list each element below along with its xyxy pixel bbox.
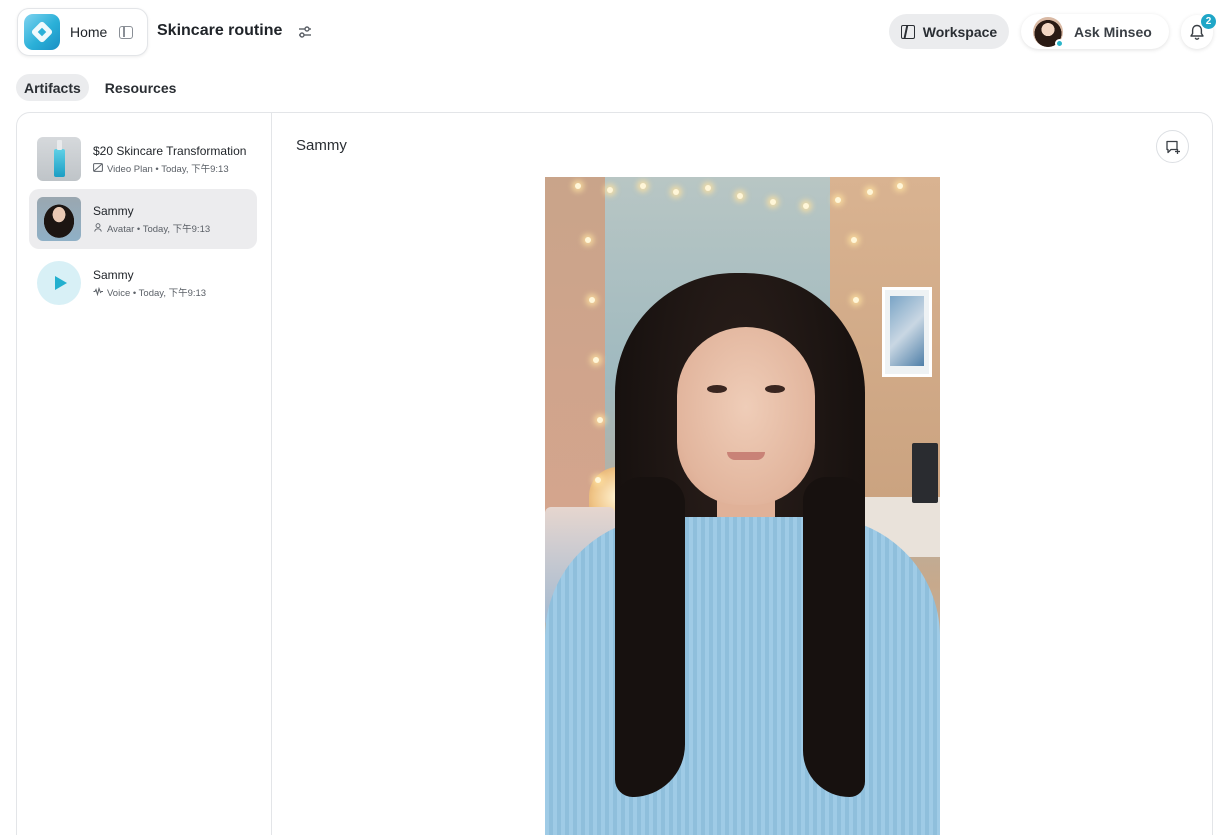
person-icon	[94, 223, 102, 232]
artifact-title: Sammy	[93, 267, 134, 282]
top-bar: Home Skincare routine Workspace Ask Mins…	[0, 0, 1229, 64]
workspace-icon	[900, 24, 915, 39]
ask-label: Ask Minseo	[1074, 23, 1152, 40]
artifact-list: $20 Skincare Transformation Video Plan •…	[17, 113, 272, 835]
artifact-item-voice[interactable]: Sammy Voice • Today, 下午9:13	[29, 253, 257, 313]
home-label: Home	[70, 24, 108, 40]
detail-title: Sammy	[296, 137, 347, 154]
hair-right	[803, 477, 865, 797]
online-status-dot	[1055, 38, 1064, 48]
avatar	[1033, 16, 1064, 48]
ask-assistant-button[interactable]: Ask Minseo	[1021, 14, 1169, 49]
wall-poster	[882, 287, 932, 377]
left-eye	[707, 385, 727, 393]
workspace-label: Workspace	[922, 23, 998, 40]
mouth	[727, 452, 765, 460]
artifact-thumbnail	[37, 197, 81, 241]
artifact-title: $20 Skincare Transformation	[93, 143, 247, 158]
notification-badge: 2	[1201, 14, 1216, 29]
voice-wave-icon	[93, 287, 103, 296]
comment-add-icon	[1165, 140, 1180, 154]
notifications-button[interactable]: 2	[1181, 14, 1216, 49]
monitor	[912, 443, 938, 503]
person-face	[677, 327, 815, 505]
artifact-item-avatar[interactable]: Sammy Avatar • Today, 下午9:13	[29, 189, 257, 249]
video-plan-icon	[93, 163, 103, 172]
artifact-thumbnail	[37, 137, 81, 181]
tab-bar: Artifacts Resources	[16, 74, 184, 101]
artifact-title: Sammy	[93, 203, 134, 218]
workspace-button[interactable]: Workspace	[889, 14, 1009, 49]
artifact-meta: Video Plan • Today, 下午9:13	[107, 163, 229, 175]
tab-artifacts[interactable]: Artifacts	[16, 74, 89, 101]
project-title: Skincare routine	[157, 22, 283, 39]
add-comment-button[interactable]	[1156, 130, 1189, 163]
artifact-meta: Voice • Today, 下午9:13	[107, 287, 207, 299]
home-button[interactable]: Home	[17, 8, 148, 56]
right-eye	[765, 385, 785, 393]
sliders-icon[interactable]	[297, 24, 313, 40]
sidebar-toggle-icon[interactable]	[119, 25, 134, 39]
avatar-video[interactable]	[545, 177, 940, 835]
artifact-meta-row: Video Plan • Today, 下午9:13	[93, 161, 246, 175]
artifact-item-video-plan[interactable]: $20 Skincare Transformation Video Plan •…	[29, 129, 257, 189]
main-panel: $20 Skincare Transformation Video Plan •…	[16, 112, 1213, 835]
artifact-meta-row: Avatar • Today, 下午9:13	[93, 221, 210, 235]
artifact-meta-row: Voice • Today, 下午9:13	[93, 285, 206, 299]
artifact-meta: Avatar • Today, 下午9:13	[107, 223, 211, 235]
app-logo	[24, 14, 60, 50]
tab-resources[interactable]: Resources	[97, 74, 185, 101]
hair-left	[615, 477, 685, 797]
person-sweater	[545, 517, 940, 835]
play-icon	[37, 261, 81, 305]
